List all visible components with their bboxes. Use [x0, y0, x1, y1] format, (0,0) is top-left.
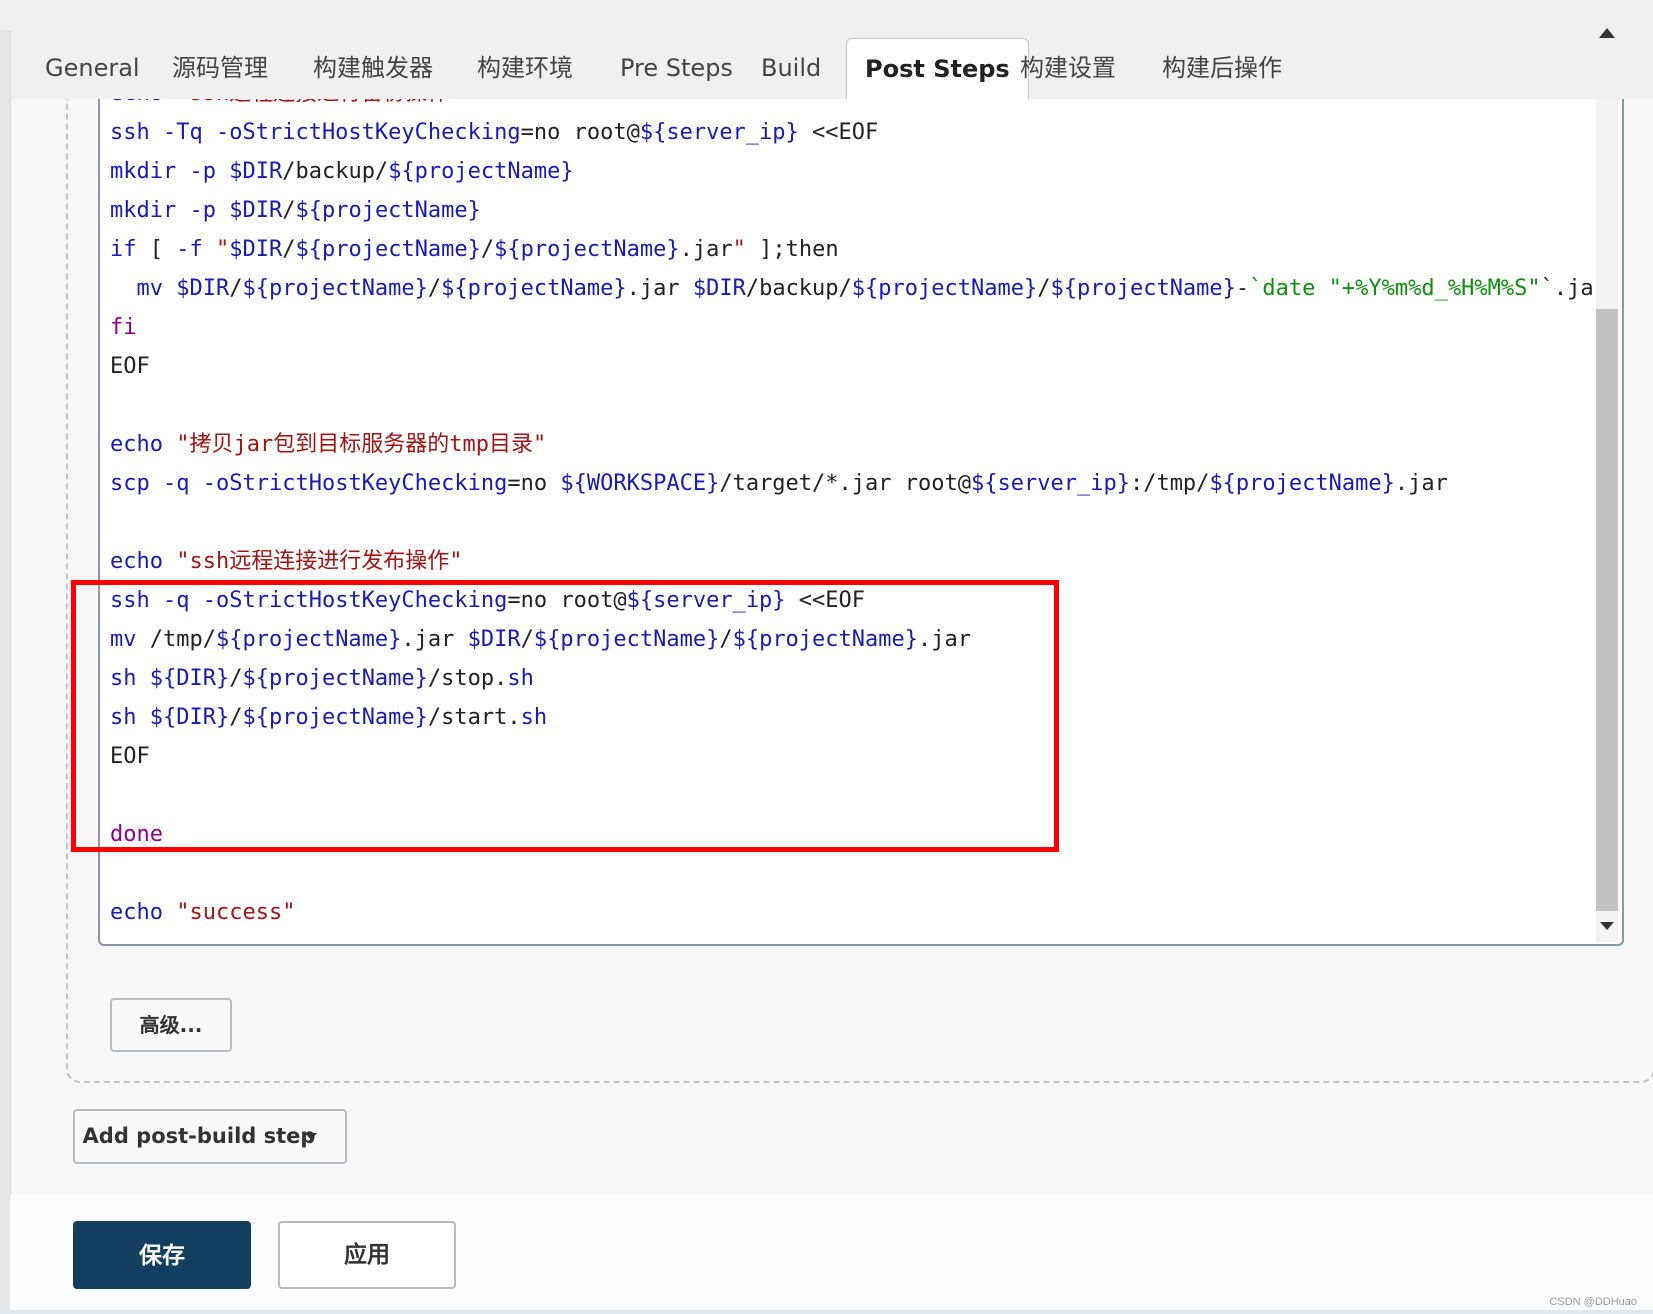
editor-scroll-thumb[interactable]: [1596, 309, 1618, 911]
tab-post-build-actions[interactable]: 构建后操作: [1162, 38, 1282, 99]
code-line[interactable]: EOF: [110, 737, 1607, 776]
code-line[interactable]: ssh -Tq -oStrictHostKeyChecking=no root@…: [110, 113, 1607, 152]
tab-bar: General 源码管理 构建触发器 构建环境 Pre Steps Build …: [0, 0, 1653, 100]
code-line[interactable]: EOF: [110, 347, 1607, 386]
code-line[interactable]: done: [110, 815, 1607, 854]
page-scroll-up-icon[interactable]: [1599, 28, 1615, 38]
code-line[interactable]: fi: [110, 308, 1607, 347]
code-line[interactable]: ​: [110, 776, 1607, 815]
add-post-build-step-label: Add post-build step: [82, 1124, 316, 1148]
code-line[interactable]: mv $DIR/${projectName}/${projectName}.ja…: [110, 269, 1607, 308]
code-line[interactable]: mkdir -p $DIR/backup/${projectName}: [110, 152, 1607, 191]
apply-button[interactable]: 应用: [278, 1221, 456, 1289]
tab-source-management[interactable]: 源码管理: [172, 38, 268, 99]
code-content[interactable]: echo "ssh远程连接进行备份操作"ssh -Tq -oStrictHost…: [110, 99, 1607, 932]
advanced-button[interactable]: 高级...: [110, 998, 232, 1052]
code-line[interactable]: scp -q -oStrictHostKeyChecking=no ${WORK…: [110, 464, 1607, 503]
add-post-build-step-button[interactable]: Add post-build step: [73, 1109, 347, 1164]
code-line[interactable]: ​: [110, 854, 1607, 893]
code-line[interactable]: mkdir -p $DIR/${projectName}: [110, 191, 1607, 230]
code-line[interactable]: ssh -q -oStrictHostKeyChecking=no root@$…: [110, 581, 1607, 620]
code-line[interactable]: echo "success": [110, 893, 1607, 932]
code-line[interactable]: echo "ssh远程连接进行发布操作": [110, 542, 1607, 581]
tab-post-steps[interactable]: Post Steps: [846, 38, 1029, 100]
code-line[interactable]: sh ${DIR}/${projectName}/start.sh: [110, 698, 1607, 737]
page: General 源码管理 构建触发器 构建环境 Pre Steps Build …: [0, 0, 1653, 1314]
tab-build-settings[interactable]: 构建设置: [1020, 38, 1116, 99]
code-line[interactable]: if [ -f "$DIR/${projectName}/${projectNa…: [110, 230, 1607, 269]
code-line[interactable]: sh ${DIR}/${projectName}/stop.sh: [110, 659, 1607, 698]
shell-command-editor[interactable]: echo "ssh远程连接进行备份操作"ssh -Tq -oStrictHost…: [98, 99, 1624, 946]
code-line[interactable]: echo "拷贝jar包到目标服务器的tmp目录": [110, 425, 1607, 464]
tab-general[interactable]: General: [45, 38, 140, 99]
save-button[interactable]: 保存: [73, 1221, 251, 1289]
tab-build-triggers[interactable]: 构建触发器: [313, 38, 433, 99]
code-line[interactable]: mv /tmp/${projectName}.jar $DIR/${projec…: [110, 620, 1607, 659]
bottom-divider: [0, 1310, 1653, 1314]
tab-pre-steps[interactable]: Pre Steps: [620, 38, 733, 99]
code-line[interactable]: ​: [110, 386, 1607, 425]
caret-down-icon: [305, 1133, 317, 1140]
editor-scrollbar[interactable]: [1596, 99, 1618, 942]
code-line[interactable]: ​: [110, 503, 1607, 542]
code-line[interactable]: echo "ssh远程连接进行备份操作": [110, 99, 1607, 113]
left-rail: [0, 30, 11, 1314]
watermark: CSDN @DDHuao: [1549, 1296, 1637, 1308]
footer-bar: [10, 1195, 1653, 1314]
scroll-down-icon[interactable]: [1600, 922, 1614, 930]
tab-build[interactable]: Build: [761, 38, 821, 99]
tab-build-environment[interactable]: 构建环境: [477, 38, 573, 99]
